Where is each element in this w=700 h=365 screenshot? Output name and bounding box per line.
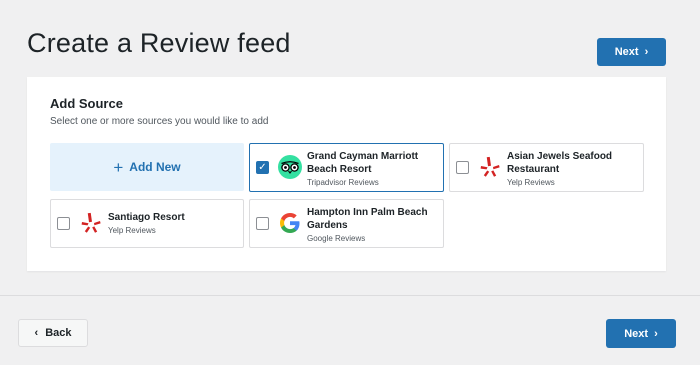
source-item-santiago[interactable]: Santiago Resort Yelp Reviews: [50, 199, 244, 248]
google-icon: [277, 210, 303, 236]
card-subtitle: Select one or more sources you would lik…: [50, 116, 269, 127]
source-checkbox[interactable]: [456, 161, 469, 174]
chevron-right-icon: ›: [644, 46, 649, 58]
plus-icon: +: [113, 157, 124, 177]
source-item-grand-cayman[interactable]: ✓ Grand Cayman Marriott Beach Resort Tri…: [249, 143, 444, 192]
back-button[interactable]: ‹ Back: [18, 319, 88, 347]
yelp-icon: [78, 210, 104, 236]
source-checkbox[interactable]: ✓: [256, 161, 269, 174]
page-title: Create a Review feed: [27, 28, 291, 58]
tripadvisor-icon: [277, 154, 303, 180]
next-button-bottom[interactable]: Next ›: [606, 319, 676, 348]
next-button-label: Next: [614, 46, 639, 58]
source-checkbox[interactable]: [57, 217, 70, 230]
chevron-left-icon: ‹: [34, 327, 39, 339]
add-new-button[interactable]: + Add New: [50, 143, 244, 191]
add-new-label: Add New: [129, 160, 181, 174]
source-type: Yelp Reviews: [108, 226, 156, 235]
next-button-top[interactable]: Next ›: [597, 38, 666, 66]
source-item-hampton-inn[interactable]: Hampton Inn Palm Beach Gardens Google Re…: [249, 199, 444, 248]
card-title: Add Source: [50, 96, 123, 111]
source-type: Google Reviews: [307, 234, 366, 243]
yelp-icon: [477, 154, 503, 180]
source-name: Hampton Inn Palm Beach Gardens: [307, 207, 428, 231]
source-item-asian-jewels[interactable]: Asian Jewels Seafood Restaurant Yelp Rev…: [449, 143, 644, 192]
source-name: Asian Jewels Seafood Restaurant: [507, 151, 613, 175]
source-type: Yelp Reviews: [507, 178, 555, 187]
chevron-right-icon: ›: [654, 327, 658, 340]
next-button-label: Next: [624, 327, 649, 340]
source-checkbox[interactable]: [256, 217, 269, 230]
source-name: Santiago Resort: [108, 212, 185, 223]
back-button-label: Back: [45, 327, 72, 339]
source-name: Grand Cayman Marriott Beach Resort: [307, 151, 419, 175]
footer-divider: [0, 295, 700, 296]
source-type: Tripadvisor Reviews: [307, 178, 379, 187]
